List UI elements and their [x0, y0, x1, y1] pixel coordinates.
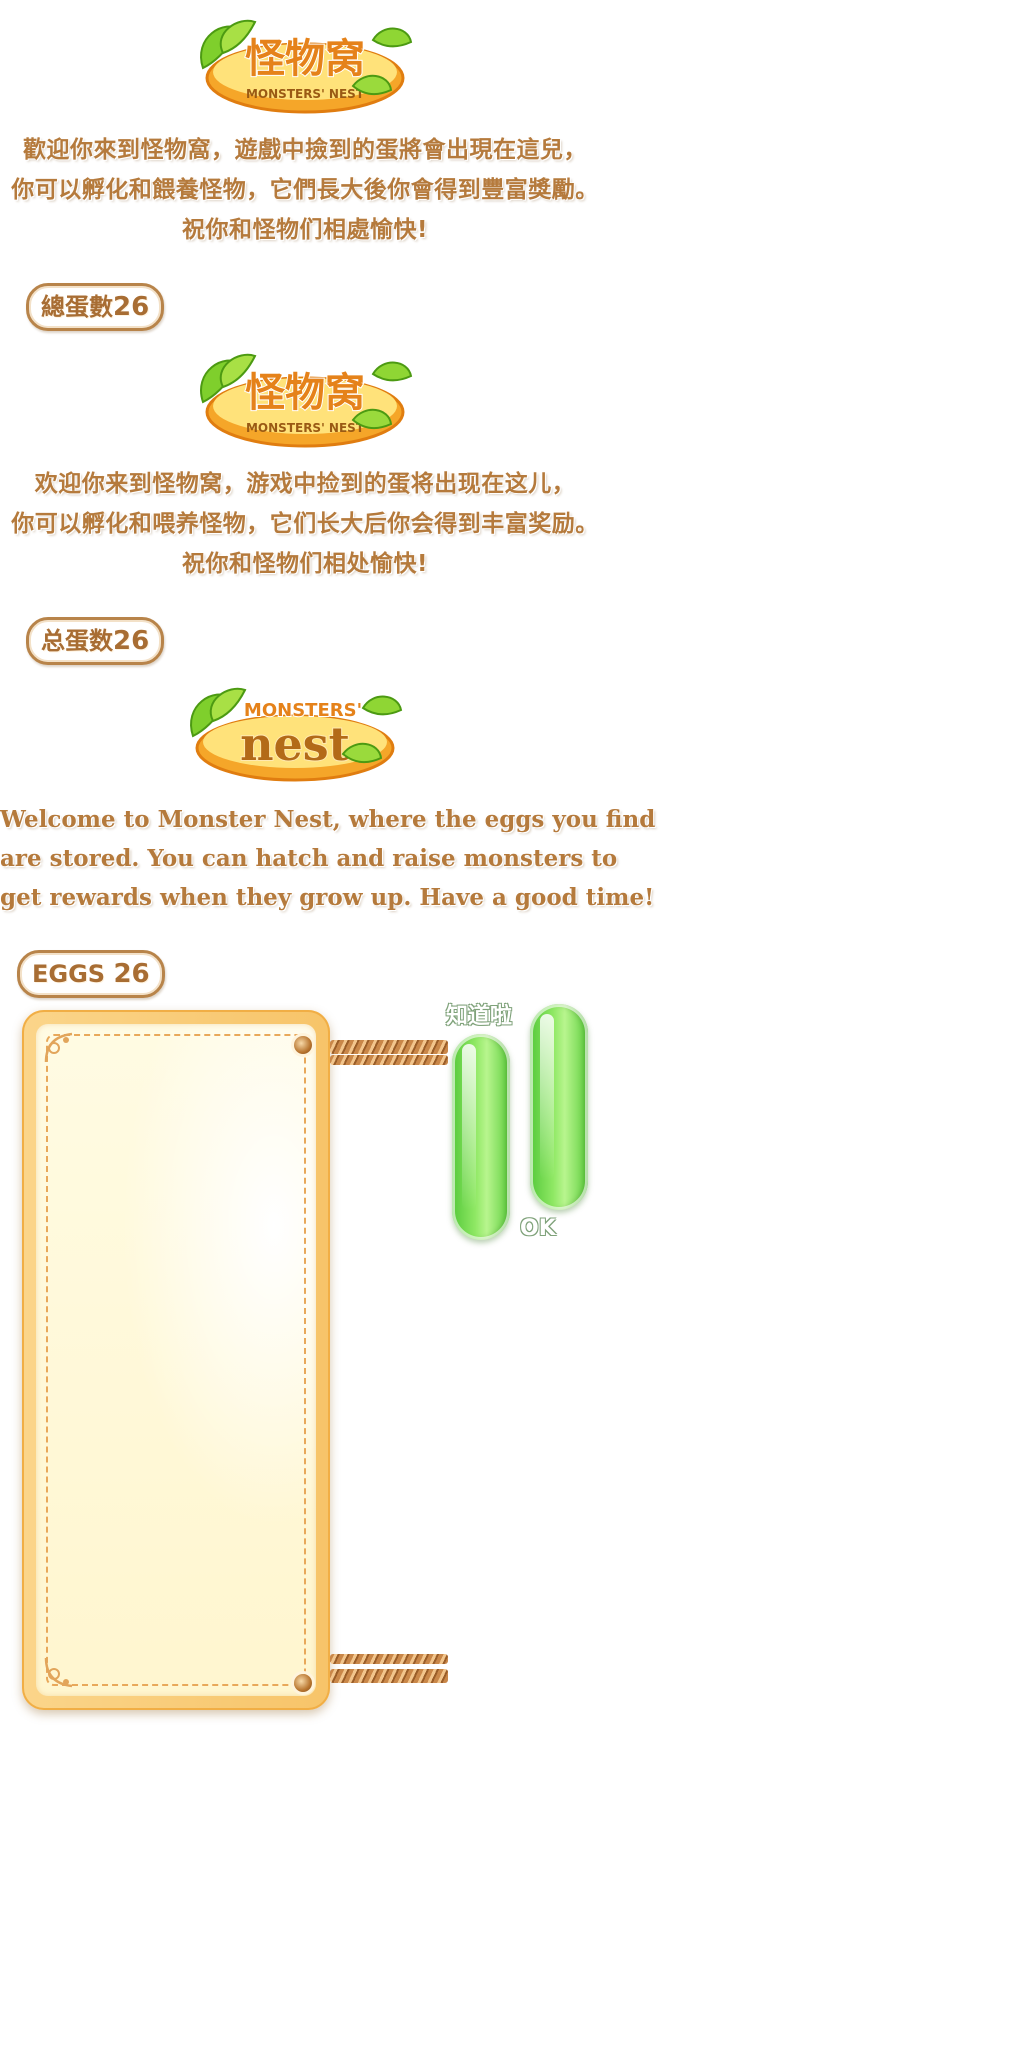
logo-title: 怪物窝	[245, 370, 365, 416]
egg-count-label: 總蛋數	[41, 293, 113, 321]
ok-button-cn[interactable]	[452, 1034, 510, 1240]
logo-subtitle: MONSTERS' NEST	[246, 421, 365, 435]
rope-icon	[330, 1040, 448, 1054]
panel-dashed-border	[46, 1034, 306, 1686]
rivet-icon	[294, 1674, 312, 1692]
rope-icon	[330, 1654, 448, 1664]
egg-count-label: 总蛋数	[41, 627, 113, 655]
rope-icon	[330, 1055, 448, 1065]
monsters-nest-logo: MONSTERS' nest	[190, 687, 403, 782]
intro-line: 你可以孵化和喂养怪物，它们长大后你会得到丰富奖励。	[11, 511, 599, 537]
logo-simplified: 怪物窝 MONSTERS' NEST	[193, 342, 413, 452]
intro-line: are stored. You can hatch and raise mons…	[0, 845, 618, 872]
logo-title: nest	[240, 717, 351, 771]
egg-count-badge-traditional: 總蛋數26	[26, 283, 165, 331]
intro-line: 祝你和怪物们相处愉快!	[182, 551, 428, 577]
rope-icon	[330, 1669, 448, 1683]
intro-line: 歡迎你來到怪物窩，遊戲中撿到的蛋將會出現在這兒，	[23, 137, 587, 163]
egg-panel	[22, 1010, 330, 1710]
egg-count-value: 26	[113, 292, 150, 322]
button-label-cn: 知道啦	[446, 1004, 513, 1029]
egg-count-value: 26	[113, 959, 150, 989]
logo-traditional: 怪物窝 MONSTERS' NEST	[193, 8, 413, 118]
intro-text-traditional: 歡迎你來到怪物窩，遊戲中撿到的蛋將會出現在這兒， 你可以孵化和餵養怪物，它們長大…	[0, 130, 610, 250]
intro-text-simplified: 欢迎你来到怪物窝，游戏中捡到的蛋将出现在这儿， 你可以孵化和喂养怪物，它们长大后…	[0, 464, 610, 584]
egg-count-badge-english: EGGS 26	[17, 950, 165, 998]
monsters-nest-logo: 怪物窝 MONSTERS' NEST	[200, 353, 413, 448]
monsters-nest-logo: 怪物窝 MONSTERS' NEST	[200, 19, 413, 114]
intro-line: Welcome to Monster Nest, where the eggs …	[0, 806, 656, 833]
rivet-icon	[294, 1036, 312, 1054]
logo-title: 怪物窝	[245, 36, 365, 82]
corner-flourish-icon	[40, 1028, 80, 1068]
intro-line: 欢迎你来到怪物窝，游戏中捡到的蛋将出现在这儿，	[34, 471, 576, 497]
intro-line: 你可以孵化和餵養怪物，它們長大後你會得到豐富獎勵。	[11, 177, 599, 203]
logo-english: MONSTERS' nest	[183, 676, 403, 786]
button-label-en: OK	[520, 1216, 556, 1241]
egg-count-value: 26	[113, 626, 150, 656]
intro-line: 祝你和怪物们相處愉快!	[182, 217, 428, 243]
ok-button-en[interactable]	[530, 1004, 588, 1210]
intro-line: get rewards when they grow up. Have a go…	[0, 884, 655, 911]
egg-count-badge-simplified: 总蛋数26	[26, 617, 165, 665]
corner-flourish-icon	[40, 1652, 80, 1692]
logo-subtitle: MONSTERS' NEST	[246, 87, 365, 101]
intro-text-english: Welcome to Monster Nest, where the eggs …	[0, 800, 656, 917]
egg-panel-content	[36, 1024, 316, 1696]
egg-count-label: EGGS	[32, 960, 106, 988]
